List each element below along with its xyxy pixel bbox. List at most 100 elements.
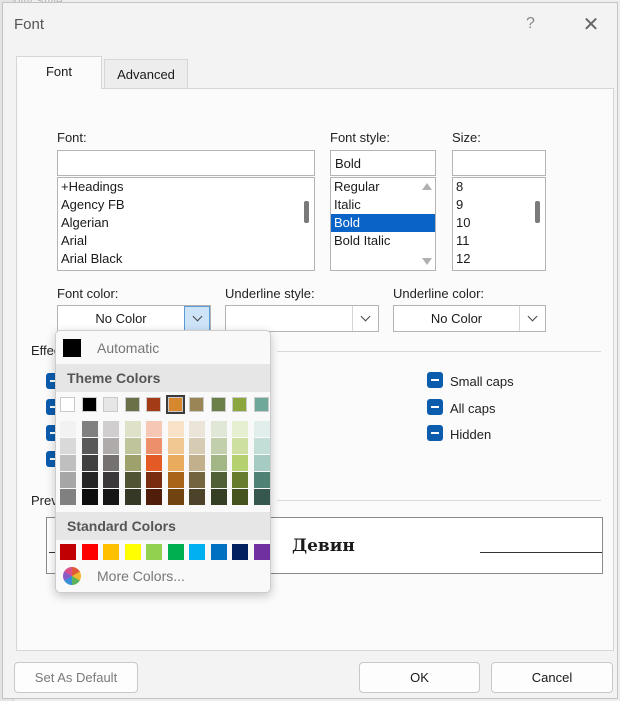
standard-color-swatch[interactable] — [81, 544, 98, 560]
theme-color-shade-swatch[interactable] — [232, 489, 248, 505]
theme-color-shade-swatch[interactable] — [103, 455, 119, 471]
theme-color-shade-swatch[interactable] — [167, 421, 184, 437]
theme-color-shade-swatch[interactable] — [210, 438, 227, 454]
all-caps-checkbox[interactable] — [427, 399, 443, 415]
theme-color-shade-swatch[interactable] — [146, 489, 162, 505]
automatic-color-option[interactable]: Automatic — [56, 331, 270, 363]
theme-color-shade-swatch[interactable] — [253, 455, 270, 471]
theme-color-swatch[interactable] — [146, 397, 161, 412]
help-icon[interactable]: ? — [526, 15, 535, 33]
theme-color-shade-swatch[interactable] — [210, 455, 227, 471]
standard-color-swatch[interactable] — [124, 544, 141, 560]
small-caps-label[interactable]: Small caps — [450, 374, 514, 389]
underline-style-dropdown[interactable] — [225, 305, 379, 332]
tab-advanced[interactable]: Advanced — [104, 59, 188, 89]
theme-color-shade-swatch[interactable] — [146, 455, 162, 471]
theme-color-shade-swatch[interactable] — [81, 455, 98, 471]
theme-color-shade-swatch[interactable] — [232, 455, 248, 471]
theme-color-shade-swatch[interactable] — [210, 489, 227, 505]
theme-color-shade-swatch[interactable] — [124, 455, 141, 471]
size-list-scroll-thumb[interactable] — [535, 201, 540, 223]
theme-color-swatch[interactable] — [189, 397, 204, 412]
standard-color-swatch[interactable] — [60, 544, 76, 560]
theme-color-shade-swatch[interactable] — [232, 421, 248, 437]
standard-color-swatch[interactable] — [253, 544, 270, 560]
theme-color-shade-swatch[interactable] — [167, 455, 184, 471]
theme-color-shade-swatch[interactable] — [124, 438, 141, 454]
standard-color-swatch[interactable] — [210, 544, 227, 560]
underline-style-dropdown-button[interactable] — [352, 306, 378, 331]
font-style-scrollbar[interactable] — [420, 179, 434, 269]
font-list[interactable]: +Headings Agency FB Algerian Arial Arial Bla… — [57, 177, 315, 271]
theme-color-shade-swatch[interactable] — [189, 455, 205, 471]
hidden-label[interactable]: Hidden — [450, 427, 491, 442]
theme-color-shade-swatch[interactable] — [189, 438, 205, 454]
font-style-input[interactable]: Bold — [330, 150, 436, 176]
small-caps-checkbox[interactable] — [427, 372, 443, 388]
font-color-dropdown-button[interactable] — [184, 306, 210, 331]
theme-color-shade-swatch[interactable] — [81, 421, 98, 437]
font-list-scrollbar[interactable] — [299, 179, 313, 269]
hidden-checkbox[interactable] — [427, 425, 443, 441]
close-icon[interactable]: ✕ — [576, 11, 606, 39]
theme-color-shade-swatch[interactable] — [253, 421, 270, 437]
font-name-input[interactable] — [57, 150, 315, 176]
all-caps-label[interactable]: All caps — [450, 401, 496, 416]
theme-color-shade-swatch[interactable] — [124, 472, 141, 488]
theme-color-shade-swatch[interactable] — [60, 489, 76, 505]
font-list-item[interactable]: Arial — [58, 232, 314, 250]
theme-color-swatch[interactable] — [253, 397, 269, 412]
scroll-up-arrow-icon[interactable] — [422, 183, 432, 190]
underline-color-dropdown[interactable]: No Color — [393, 305, 546, 332]
set-as-default-button[interactable]: Set As Default — [14, 662, 138, 693]
theme-color-shade-swatch[interactable] — [60, 438, 76, 454]
theme-color-shade-swatch[interactable] — [167, 438, 184, 454]
size-input[interactable] — [452, 150, 546, 176]
theme-color-shade-swatch[interactable] — [210, 472, 227, 488]
theme-color-shade-swatch[interactable] — [60, 455, 76, 471]
theme-color-shade-swatch[interactable] — [210, 421, 227, 437]
size-list[interactable]: 8 9 10 11 12 — [452, 177, 546, 271]
theme-color-swatch[interactable] — [232, 397, 247, 412]
theme-color-shade-swatch[interactable] — [253, 438, 270, 454]
theme-color-swatch[interactable] — [81, 397, 97, 412]
theme-color-swatch[interactable] — [60, 397, 75, 412]
font-color-dropdown[interactable]: No Color — [57, 305, 211, 332]
standard-color-swatch[interactable] — [103, 544, 119, 560]
theme-color-shade-swatch[interactable] — [189, 489, 205, 505]
font-list-item[interactable]: +Headings — [58, 178, 314, 196]
theme-color-shade-swatch[interactable] — [103, 472, 119, 488]
tab-font[interactable]: Font — [16, 56, 102, 89]
font-list-item[interactable]: Arial Black — [58, 250, 314, 268]
cancel-button[interactable]: Cancel — [491, 662, 613, 693]
theme-color-shade-swatch[interactable] — [81, 472, 98, 488]
theme-color-shade-swatch[interactable] — [60, 472, 76, 488]
theme-color-shade-swatch[interactable] — [103, 421, 119, 437]
theme-color-swatch[interactable] — [165, 395, 185, 414]
standard-color-swatch[interactable] — [189, 544, 205, 560]
theme-color-shade-swatch[interactable] — [253, 489, 270, 505]
theme-color-shade-swatch[interactable] — [60, 421, 76, 437]
theme-color-swatch[interactable] — [210, 397, 226, 412]
theme-color-shade-swatch[interactable] — [232, 472, 248, 488]
theme-color-shade-swatch[interactable] — [146, 472, 162, 488]
standard-color-swatch[interactable] — [146, 544, 162, 560]
font-list-scroll-thumb[interactable] — [304, 201, 309, 223]
theme-color-shade-swatch[interactable] — [167, 489, 184, 505]
theme-color-shade-swatch[interactable] — [232, 438, 248, 454]
theme-color-swatch[interactable] — [124, 397, 140, 412]
theme-color-shade-swatch[interactable] — [81, 489, 98, 505]
theme-color-shade-swatch[interactable] — [189, 421, 205, 437]
standard-color-swatch[interactable] — [167, 544, 184, 560]
theme-color-shade-swatch[interactable] — [253, 472, 270, 488]
ok-button[interactable]: OK — [359, 662, 480, 693]
underline-color-dropdown-button[interactable] — [519, 306, 545, 331]
theme-color-shade-swatch[interactable] — [124, 421, 141, 437]
theme-color-swatch[interactable] — [103, 397, 118, 412]
standard-color-swatch[interactable] — [232, 544, 248, 560]
size-list-scrollbar[interactable] — [530, 179, 544, 269]
theme-color-shade-swatch[interactable] — [81, 438, 98, 454]
more-colors-option[interactable]: More Colors... — [56, 565, 270, 591]
theme-color-shade-swatch[interactable] — [146, 438, 162, 454]
theme-color-shade-swatch[interactable] — [189, 472, 205, 488]
